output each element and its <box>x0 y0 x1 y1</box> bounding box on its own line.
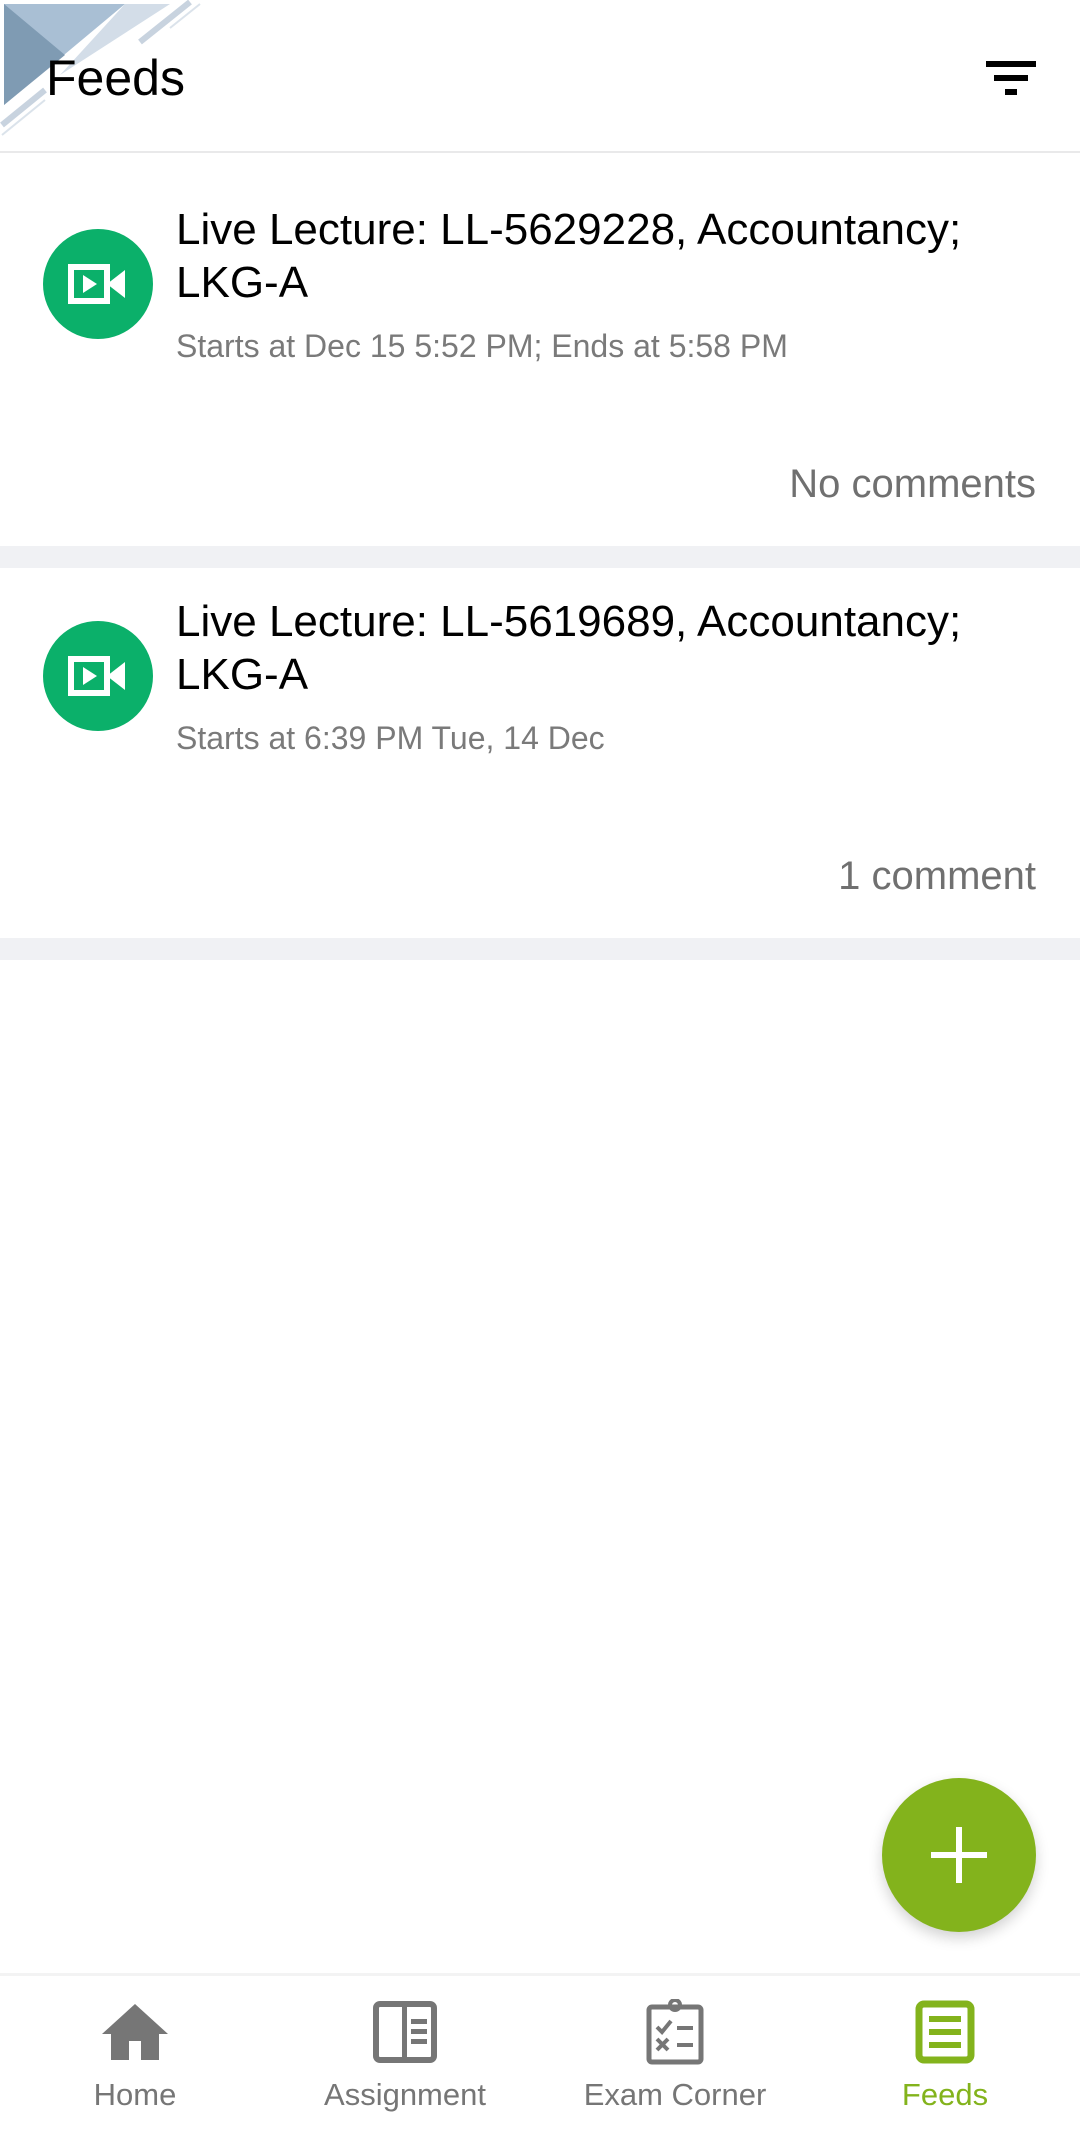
feed-item-body: Live Lecture: LL-5619689, Accountancy; L… <box>176 595 1040 757</box>
comments-link[interactable]: No comments <box>789 460 1036 508</box>
video-camera-icon <box>68 264 125 304</box>
nav-label: Feeds <box>901 2077 989 2112</box>
nav-item-exam-corner[interactable]: Exam Corner <box>540 1976 810 2129</box>
nav-label: Assignment <box>324 2077 486 2112</box>
nav-item-feeds[interactable]: Feeds <box>810 1976 1080 2129</box>
assignment-icon <box>373 2001 437 2063</box>
app-header: Feeds <box>0 0 1080 153</box>
nav-label: Home <box>93 2077 177 2112</box>
live-lecture-avatar <box>43 229 153 339</box>
video-camera-icon <box>68 656 125 696</box>
add-feed-button[interactable] <box>882 1778 1036 1932</box>
feed-item[interactable]: Live Lecture: LL-5629228, Accountancy; L… <box>0 153 1080 546</box>
live-lecture-avatar <box>43 621 153 731</box>
feed-divider <box>0 938 1080 960</box>
feeds-icon <box>915 2000 975 2064</box>
plus-icon <box>931 1827 987 1883</box>
feed-item-title: Live Lecture: LL-5619689, Accountancy; L… <box>176 597 962 699</box>
nav-item-assignment[interactable]: Assignment <box>270 1976 540 2129</box>
feed-item-schedule: Starts at Dec 15 5:52 PM; Ends at 5:58 P… <box>176 328 788 364</box>
nav-item-home[interactable]: Home <box>0 1976 270 2129</box>
nav-label: Exam Corner <box>583 2077 767 2112</box>
feed-item-schedule: Starts at 6:39 PM Tue, 14 Dec <box>176 720 605 756</box>
feed-item-body: Live Lecture: LL-5629228, Accountancy; L… <box>176 203 1040 365</box>
feed-item[interactable]: Live Lecture: LL-5619689, Accountancy; L… <box>0 568 1080 938</box>
home-icon <box>102 2004 168 2060</box>
page-title: Feeds <box>46 50 185 106</box>
feed-item-title: Live Lecture: LL-5629228, Accountancy; L… <box>176 205 962 307</box>
exam-clipboard-icon <box>646 1999 704 2065</box>
comments-link[interactable]: 1 comment <box>838 852 1036 900</box>
bottom-navigation: Home Assignment Exam Corner Feeds <box>0 1973 1080 2129</box>
filter-icon <box>986 61 1036 95</box>
feed-divider <box>0 546 1080 568</box>
filter-button[interactable] <box>976 48 1046 108</box>
